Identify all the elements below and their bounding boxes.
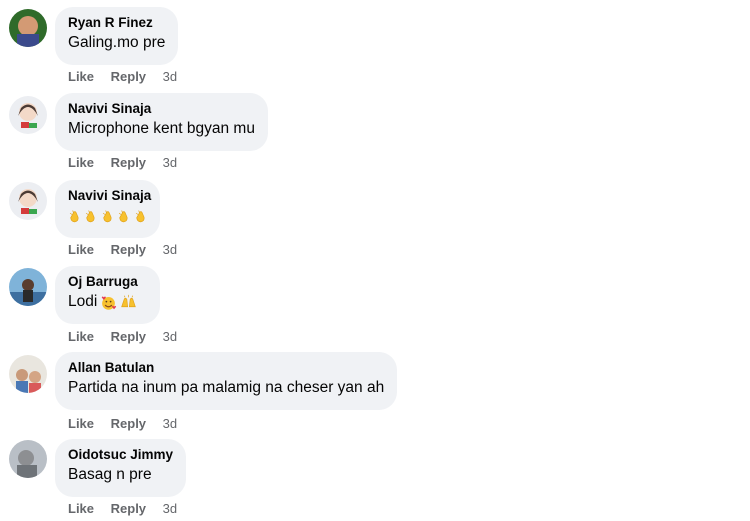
reply-button[interactable]: Reply — [111, 69, 146, 84]
reply-button[interactable]: Reply — [111, 155, 146, 170]
comment-text: Galing.mo pre — [68, 34, 166, 51]
comment-author[interactable]: Allan Batulan — [68, 359, 384, 376]
reply-button[interactable]: Reply — [111, 416, 146, 431]
avatar[interactable] — [9, 96, 47, 134]
reply-button[interactable]: Reply — [111, 242, 146, 257]
comment-text: Partida na inum pa malamig na cheser yan… — [68, 379, 385, 396]
reply-button[interactable]: Reply — [111, 501, 146, 516]
timestamp[interactable]: 3d — [163, 242, 177, 257]
comment-bubble: Navivi Sinaja — [55, 180, 160, 238]
comment-author[interactable]: Navivi Sinaja — [68, 187, 151, 204]
avatar[interactable] — [9, 182, 47, 220]
comment-actions: Like Reply 3d — [68, 416, 177, 432]
comment-bubble: Ryan R Finez Galing.mo pre — [55, 7, 178, 65]
comment-text: Lodi — [68, 293, 98, 310]
like-button[interactable]: Like — [68, 416, 94, 431]
comment-text: Microphone kent bgyan mu — [68, 120, 255, 137]
avatar[interactable] — [9, 440, 47, 478]
comment-bubble: Oidotsuc Jimmy Basag n pre — [55, 439, 186, 497]
comment-text-row: Lodi — [68, 292, 147, 312]
avatar[interactable] — [9, 268, 47, 306]
reply-button[interactable]: Reply — [111, 329, 146, 344]
comment-bubble: Allan Batulan Partida na inum pa malamig… — [55, 352, 397, 410]
comment-bubble: Navivi Sinaja Microphone kent bgyan mu — [55, 93, 268, 151]
timestamp[interactable]: 3d — [163, 155, 177, 170]
comment-emoji-row — [68, 206, 147, 226]
clapping-hands-icon — [86, 209, 95, 222]
comment-author[interactable]: Oidotsuc Jimmy — [68, 446, 173, 463]
like-button[interactable]: Like — [68, 69, 94, 84]
like-button[interactable]: Like — [68, 242, 94, 257]
comment-author[interactable]: Navivi Sinaja — [68, 100, 255, 117]
timestamp[interactable]: 3d — [163, 416, 177, 431]
comment-bubble: Oj Barruga Lodi — [55, 266, 160, 324]
clapping-hands-icon — [102, 209, 112, 222]
comment-actions: Like Reply 3d — [68, 501, 177, 517]
comment-actions: Like Reply 3d — [68, 155, 177, 171]
like-button[interactable]: Like — [68, 501, 94, 516]
smiling-face-with-hearts-icon — [102, 296, 117, 310]
comment-actions: Like Reply 3d — [68, 242, 177, 258]
clapping-hands-icon — [119, 209, 128, 222]
clapping-hands-icon — [135, 209, 145, 222]
clapping-hands-icon — [69, 209, 79, 222]
raising-hands-icon — [121, 294, 137, 307]
comment-author[interactable]: Ryan R Finez — [68, 14, 165, 31]
like-button[interactable]: Like — [68, 329, 94, 344]
timestamp[interactable]: 3d — [163, 69, 177, 84]
avatar[interactable] — [9, 9, 47, 47]
comment-actions: Like Reply 3d — [68, 329, 177, 345]
avatar[interactable] — [9, 355, 47, 393]
timestamp[interactable]: 3d — [163, 501, 177, 516]
comment-actions: Like Reply 3d — [68, 69, 177, 85]
comment-text: Basag n pre — [68, 466, 152, 483]
like-button[interactable]: Like — [68, 155, 94, 170]
timestamp[interactable]: 3d — [163, 329, 177, 344]
comment-author[interactable]: Oj Barruga — [68, 273, 147, 290]
